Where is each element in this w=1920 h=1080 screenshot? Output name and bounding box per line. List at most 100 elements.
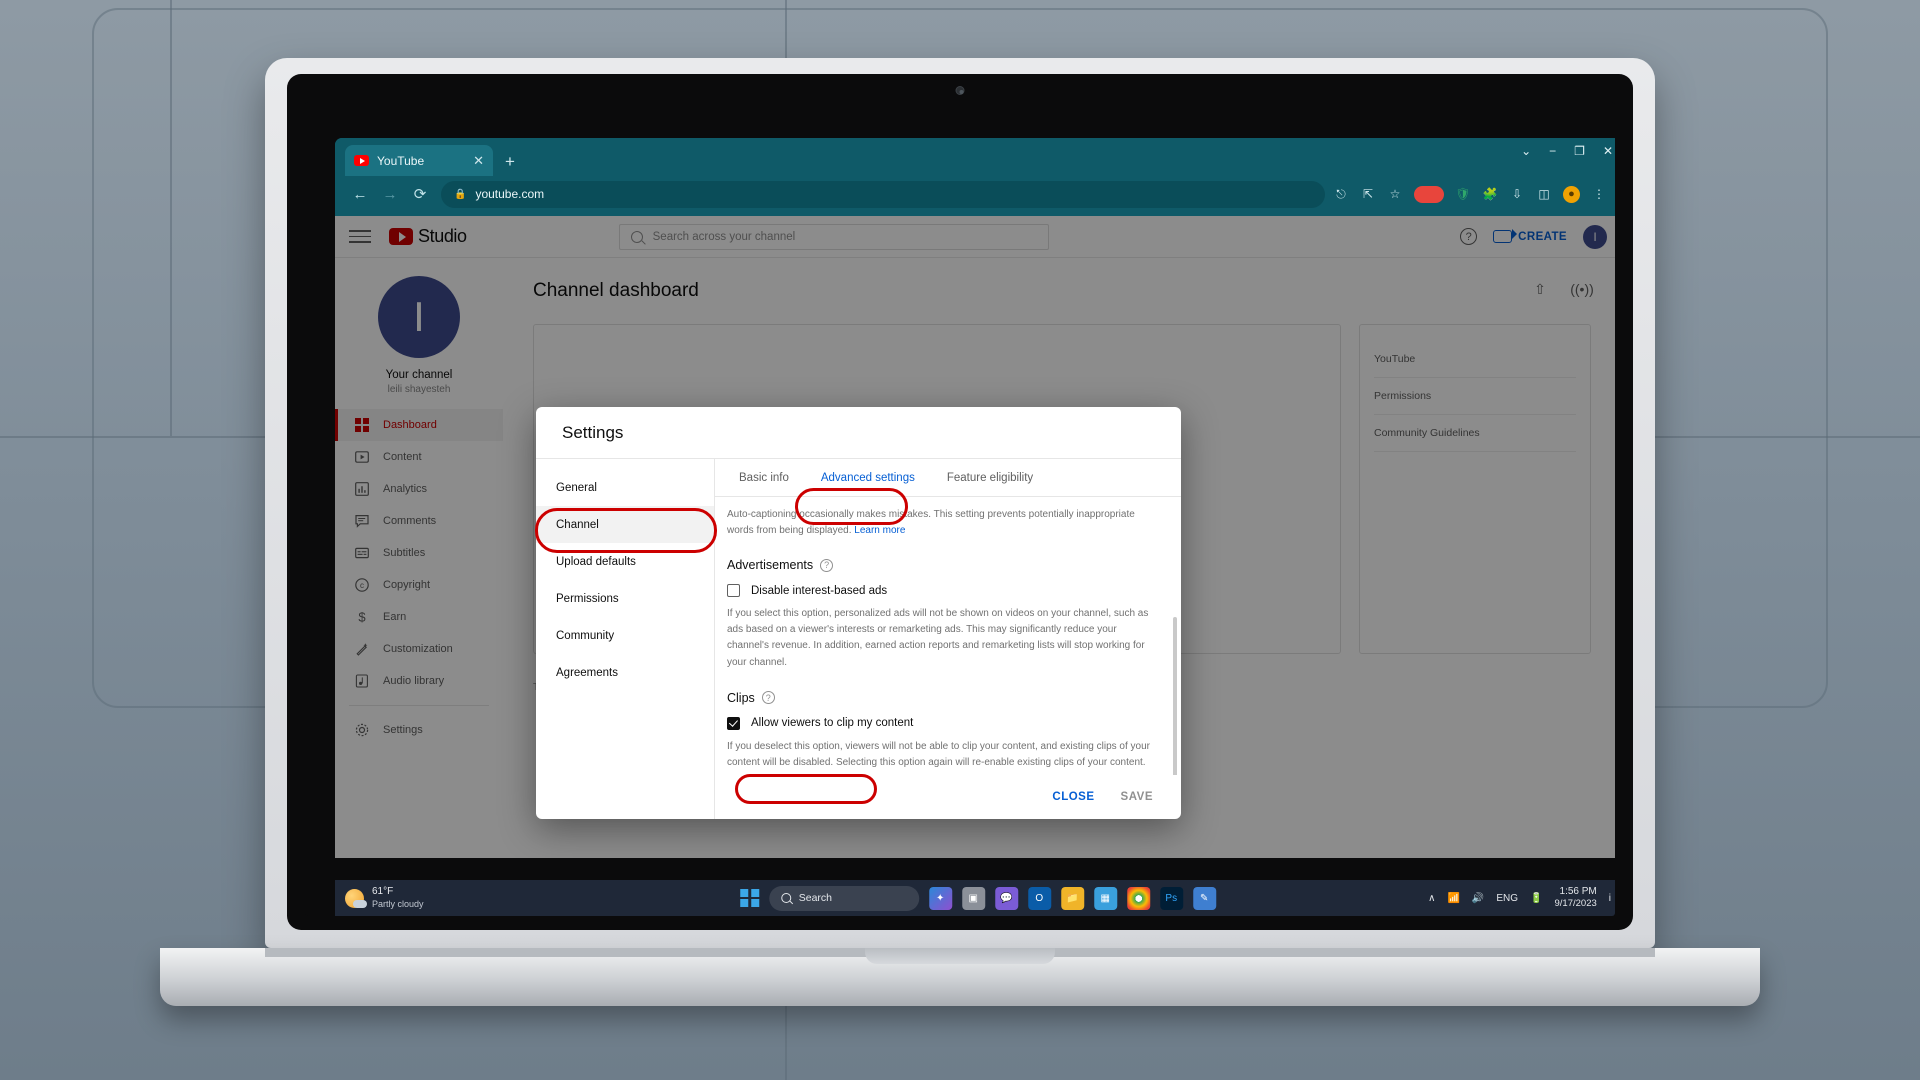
clock-time: 1:56 PM	[1559, 885, 1597, 897]
weather-widget[interactable]: 61°F Partly cloudy	[345, 886, 424, 910]
notification-icon[interactable]: i	[1609, 893, 1611, 904]
advertisements-heading-label: Advertisements	[727, 558, 814, 572]
tab-title: YouTube	[377, 153, 425, 168]
browser-tabstrip: YouTube ✕ + ⌄ − ❐ ✕	[335, 138, 1615, 176]
allow-clips-checkbox[interactable]	[727, 716, 740, 730]
disable-ads-label: Disable interest-based ads	[751, 584, 888, 597]
disable-ads-row[interactable]: Disable interest-based ads	[727, 584, 1155, 597]
webcam-icon	[955, 86, 965, 95]
help-icon[interactable]: ?	[820, 558, 834, 572]
forward-icon[interactable]: →	[375, 181, 405, 207]
browser-extension-tray: ⎋ ⇱ ☆ 🛡 🧩 ⇩ ◫ ● ⋮	[1333, 185, 1611, 203]
chat-icon[interactable]: 💬	[994, 886, 1018, 910]
close-window-button[interactable]: ✕	[1603, 144, 1613, 158]
language-indicator[interactable]: ENG	[1496, 893, 1518, 904]
close-icon[interactable]: ✕	[473, 153, 484, 169]
clips-heading: Clips ?	[727, 691, 1155, 705]
window-controls: ⌄ − ❐ ✕	[1521, 144, 1613, 158]
task-view-icon[interactable]: ▣	[961, 886, 985, 910]
maximize-button[interactable]: ❐	[1574, 144, 1585, 158]
weather-temp: 61°F	[372, 886, 394, 898]
dialog-scroll-area[interactable]: Auto-captioning occasionally makes mista…	[715, 497, 1181, 775]
help-icon[interactable]: ?	[761, 691, 775, 705]
weather-desc: Partly cloudy	[372, 898, 424, 909]
laptop-lid: YouTube ✕ + ⌄ − ❐ ✕ ← → ⟳ 🔒 youtube.com …	[265, 58, 1655, 948]
share-icon[interactable]: ⇱	[1360, 186, 1376, 202]
captions-note-text: Auto-captioning occasionally makes mista…	[727, 509, 1135, 536]
network-icon[interactable]: 📶	[1447, 893, 1459, 904]
taskbar-clock[interactable]: 1:56 PM 9/17/2023	[1555, 886, 1597, 910]
chevron-down-icon[interactable]: ⌄	[1521, 144, 1531, 158]
dialog-body: General Channel Upload defaults Permissi…	[536, 459, 1181, 819]
volume-icon[interactable]: 🔊	[1472, 893, 1484, 904]
copilot-icon[interactable]: ✦	[928, 886, 952, 910]
editor-icon[interactable]: ✎	[1192, 886, 1216, 910]
tab-basic-info[interactable]: Basic info	[723, 459, 805, 497]
downloads-icon[interactable]: ⇩	[1509, 186, 1525, 202]
nav-item-agreements[interactable]: Agreements	[536, 654, 714, 691]
close-button[interactable]: CLOSE	[1052, 791, 1094, 803]
browser-tab[interactable]: YouTube ✕	[345, 145, 493, 176]
menu-kebab-icon[interactable]: ⋮	[1591, 186, 1607, 202]
chevron-up-icon[interactable]: ∧	[1428, 893, 1435, 904]
laptop-screen: YouTube ✕ + ⌄ − ❐ ✕ ← → ⟳ 🔒 youtube.com …	[305, 102, 1615, 916]
address-bar-url: youtube.com	[475, 187, 545, 201]
taskbar-center: Search ✦ ▣ 💬 O 📁 ▦ Ps ✎	[740, 885, 1216, 911]
dialog-footer: CLOSE SAVE	[715, 775, 1181, 819]
nav-item-upload-defaults[interactable]: Upload defaults	[536, 543, 714, 580]
learn-more-link[interactable]: Learn more	[854, 525, 905, 536]
nav-item-channel[interactable]: Channel	[536, 506, 714, 543]
minimize-button[interactable]: −	[1549, 144, 1556, 158]
dialog-scrollbar[interactable]	[1173, 617, 1177, 775]
shield-icon[interactable]: 🛡	[1455, 186, 1471, 202]
extensions-puzzle-icon[interactable]: 🧩	[1482, 186, 1498, 202]
nav-item-general[interactable]: General	[536, 469, 714, 506]
clips-description: If you deselect this option, viewers wil…	[727, 740, 1151, 768]
dialog-tabs: Basic info Advanced settings Feature eli…	[715, 459, 1181, 497]
tab-label: Basic info	[739, 471, 789, 484]
nav-item-label: Permissions	[556, 592, 619, 605]
store-icon[interactable]: ▦	[1093, 886, 1117, 910]
tab-label: Advanced settings	[820, 471, 915, 484]
reload-icon[interactable]: ⟳	[405, 181, 435, 207]
laptop-mockup: YouTube ✕ + ⌄ − ❐ ✕ ← → ⟳ 🔒 youtube.com …	[160, 58, 1760, 1006]
nav-item-community[interactable]: Community	[536, 617, 714, 654]
browser-window: YouTube ✕ + ⌄ − ❐ ✕ ← → ⟳ 🔒 youtube.com …	[335, 138, 1615, 858]
bookmark-star-icon[interactable]: ☆	[1387, 186, 1403, 202]
settings-dialog: Settings General Channel Upload defaults…	[536, 407, 1181, 819]
adblock-icon[interactable]	[1414, 185, 1444, 203]
nav-item-permissions[interactable]: Permissions	[536, 580, 714, 617]
tab-advanced-settings[interactable]: Advanced settings	[805, 459, 931, 497]
dialog-content: Basic info Advanced settings Feature eli…	[715, 459, 1181, 819]
taskbar-search[interactable]: Search	[768, 885, 919, 911]
nav-item-label: Community	[556, 629, 615, 642]
sidepanel-icon[interactable]: ◫	[1536, 186, 1552, 202]
profile-avatar[interactable]: ●	[1563, 185, 1580, 203]
back-icon[interactable]: ←	[345, 181, 375, 207]
new-tab-button[interactable]: +	[505, 153, 515, 170]
nav-item-label: General	[556, 481, 597, 494]
youtube-studio-page: Studio Search across your channel ? CREA…	[335, 216, 1615, 858]
browser-toolbar: ← → ⟳ 🔒 youtube.com ⎋ ⇱ ☆ 🛡 🧩 ⇩ ◫ ● ⋮	[335, 176, 1615, 216]
outlook-icon[interactable]: O	[1027, 886, 1051, 910]
lock-icon: 🔒	[454, 188, 467, 200]
nav-item-label: Upload defaults	[556, 555, 636, 568]
photoshop-icon[interactable]: Ps	[1159, 886, 1183, 910]
nav-item-label: Agreements	[556, 666, 619, 679]
dialog-title: Settings	[536, 407, 1181, 459]
split-screen-icon[interactable]: ⎋	[1333, 186, 1349, 202]
allow-clips-row[interactable]: Allow viewers to clip my content	[727, 716, 1155, 730]
laptop-base	[160, 948, 1760, 1006]
laptop-base-notch	[865, 948, 1055, 964]
start-button[interactable]	[740, 888, 759, 908]
advertisements-description: If you select this option, personalized …	[727, 608, 1149, 668]
disable-ads-checkbox[interactable]	[727, 584, 740, 597]
chrome-icon[interactable]	[1126, 886, 1150, 910]
address-bar[interactable]: 🔒 youtube.com	[441, 180, 1325, 208]
battery-icon[interactable]: 🔋	[1530, 893, 1542, 904]
dialog-nav: General Channel Upload defaults Permissi…	[536, 459, 715, 819]
save-button[interactable]: SAVE	[1121, 791, 1153, 803]
clock-date: 9/17/2023	[1554, 898, 1597, 910]
tab-feature-eligibility[interactable]: Feature eligibility	[931, 459, 1049, 497]
file-explorer-icon[interactable]: 📁	[1060, 886, 1084, 910]
